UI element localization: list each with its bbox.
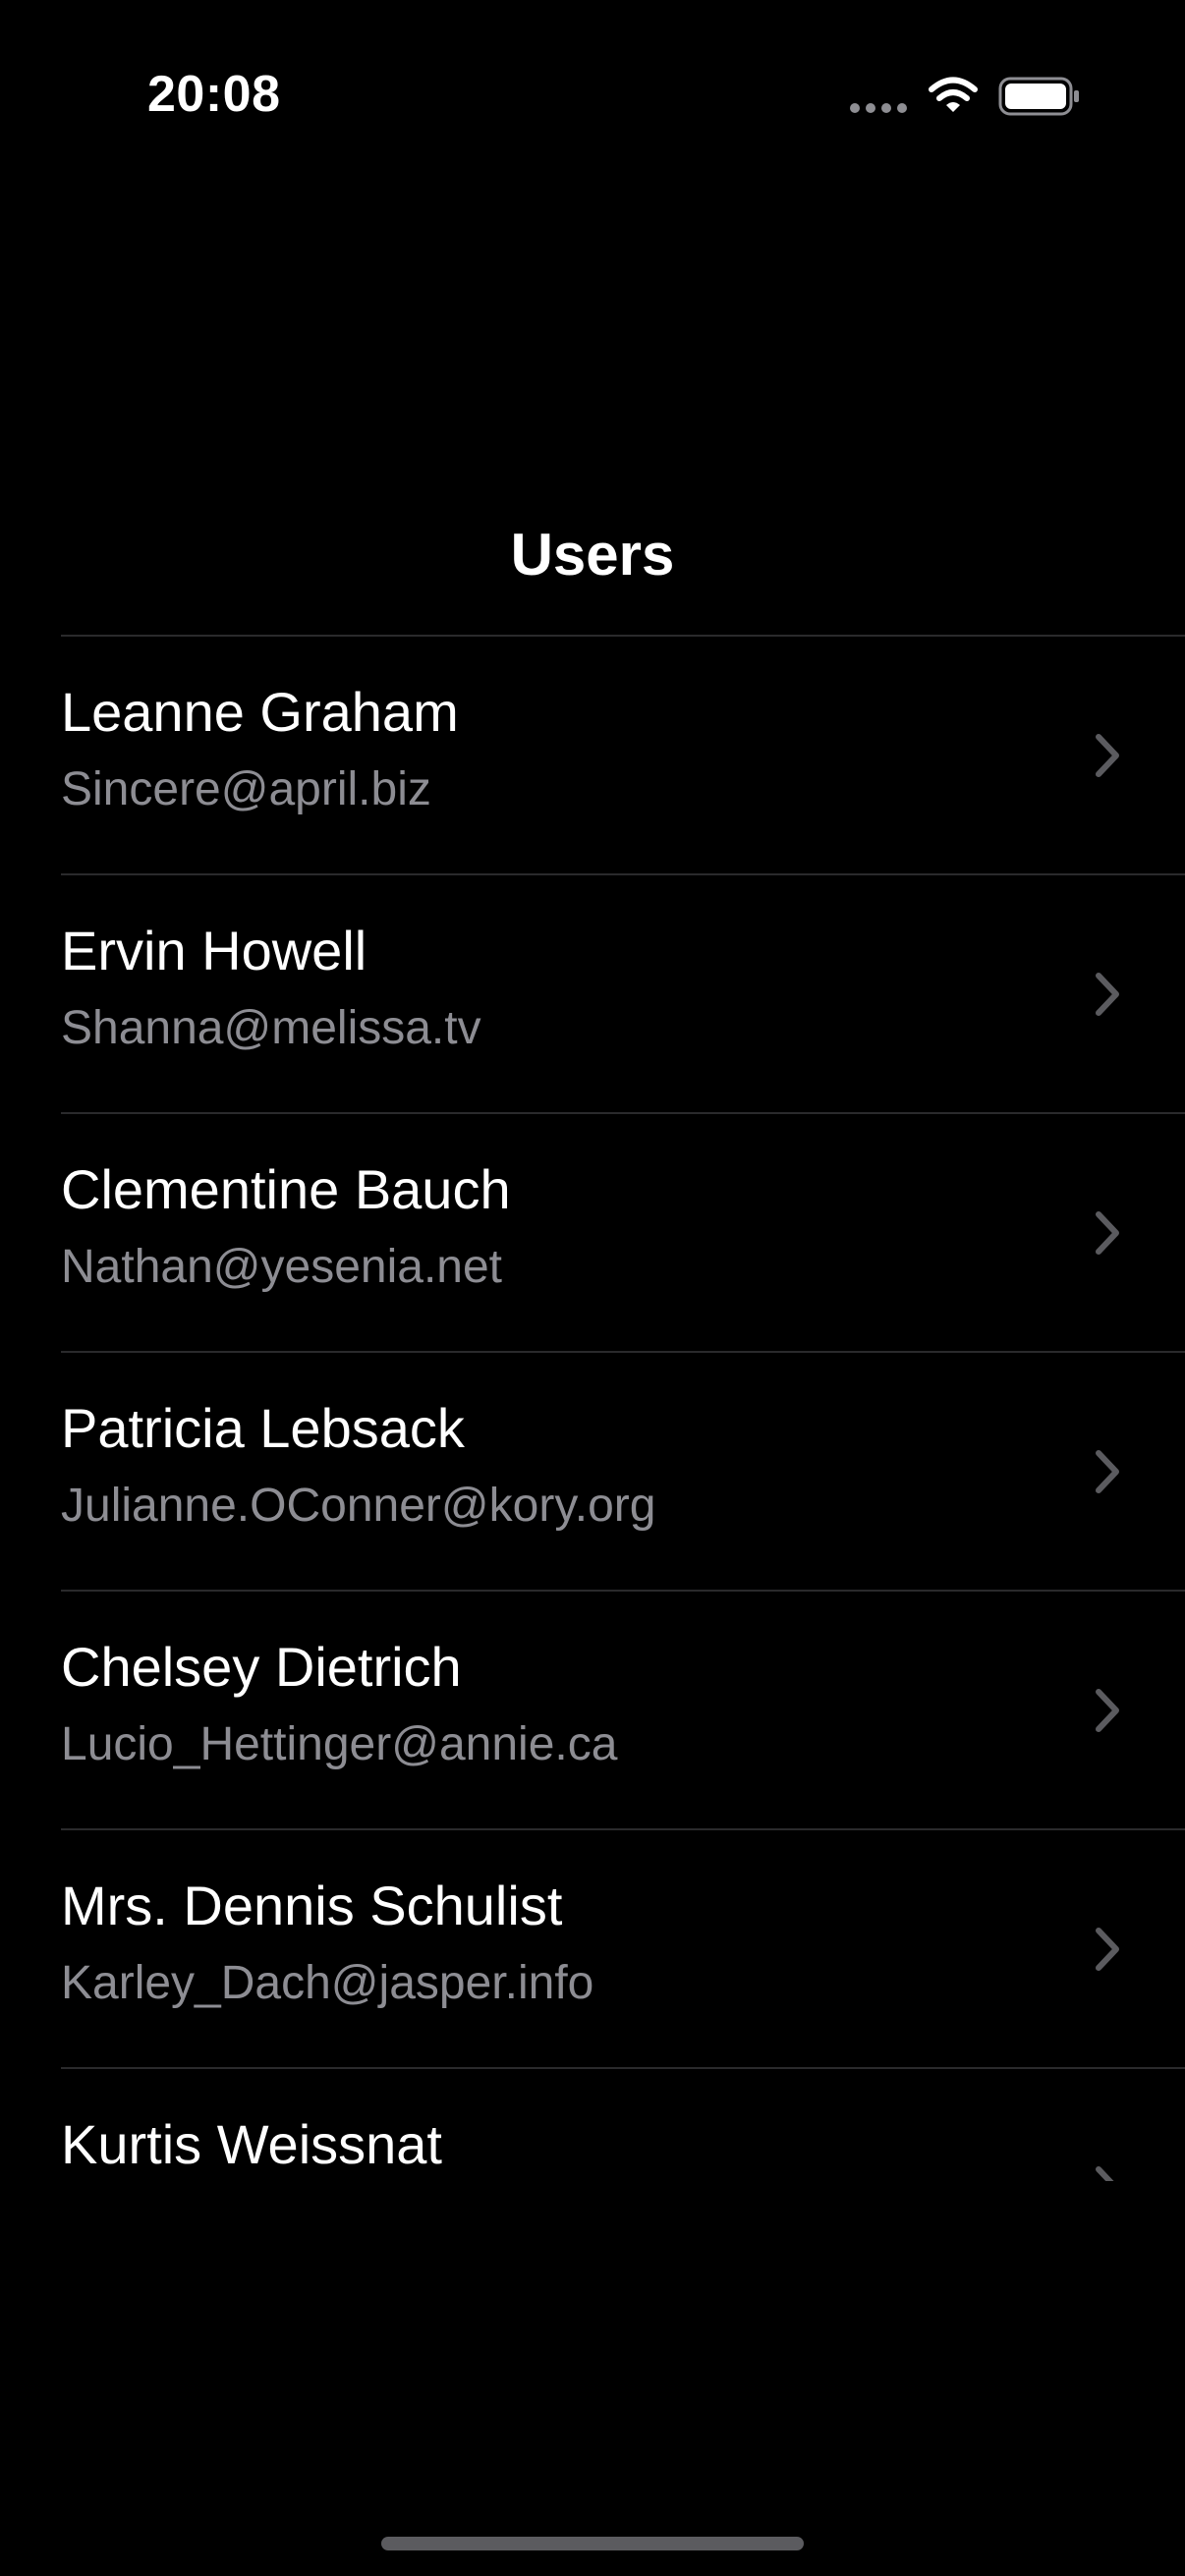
- user-name: Mrs. Dennis Schulist: [61, 1875, 563, 1936]
- user-email: Nathan@yesenia.net: [61, 1241, 503, 1293]
- chevron-right-icon: [1096, 1450, 1119, 1493]
- user-name: Kurtis Weissnat: [61, 2113, 442, 2175]
- status-bar: 20:08: [0, 0, 1185, 196]
- wifi-icon: [929, 77, 978, 112]
- battery-icon: [998, 77, 1079, 116]
- user-email: Karley_Dach@jasper.info: [61, 1957, 594, 2009]
- user-email: Julianne.OConner@kory.org: [61, 1480, 656, 1532]
- user-email: Sincere@april.biz: [61, 763, 431, 815]
- user-name: Patricia Lebsack: [61, 1397, 465, 1459]
- user-email: Shanna@melissa.tv: [61, 1002, 481, 1054]
- user-row[interactable]: Chelsey Dietrich Lucio_Hettinger@annie.c…: [61, 1590, 1185, 1828]
- status-time: 20:08: [147, 66, 281, 123]
- chevron-right-icon: [1096, 973, 1119, 1016]
- user-name: Leanne Graham: [61, 681, 459, 743]
- user-row[interactable]: Mrs. Dennis Schulist Karley_Dach@jasper.…: [61, 1828, 1185, 2067]
- user-row[interactable]: Clementine Bauch Nathan@yesenia.net: [61, 1112, 1185, 1351]
- signal-dots-icon: [850, 103, 907, 113]
- chevron-right-icon: [1096, 2166, 1114, 2181]
- home-indicator[interactable]: [381, 2537, 804, 2550]
- user-row[interactable]: Ervin Howell Shanna@melissa.tv: [61, 873, 1185, 1112]
- chevron-right-icon: [1096, 1211, 1119, 1255]
- user-row[interactable]: Kurtis Weissnat: [61, 2067, 1185, 2181]
- chevron-right-icon: [1096, 1689, 1119, 1732]
- user-row[interactable]: Leanne Graham Sincere@april.biz: [61, 635, 1185, 873]
- page-title: Users: [510, 522, 675, 588]
- users-list[interactable]: Leanne Graham Sincere@april.biz Ervin Ho…: [0, 635, 1185, 2181]
- user-row[interactable]: Patricia Lebsack Julianne.OConner@kory.o…: [61, 1351, 1185, 1590]
- chevron-right-icon: [1096, 1928, 1119, 1971]
- user-name: Clementine Bauch: [61, 1158, 511, 1220]
- user-name: Ervin Howell: [61, 920, 367, 981]
- user-name: Chelsey Dietrich: [61, 1636, 462, 1698]
- chevron-right-icon: [1096, 734, 1119, 777]
- user-email: Lucio_Hettinger@annie.ca: [61, 1718, 618, 1770]
